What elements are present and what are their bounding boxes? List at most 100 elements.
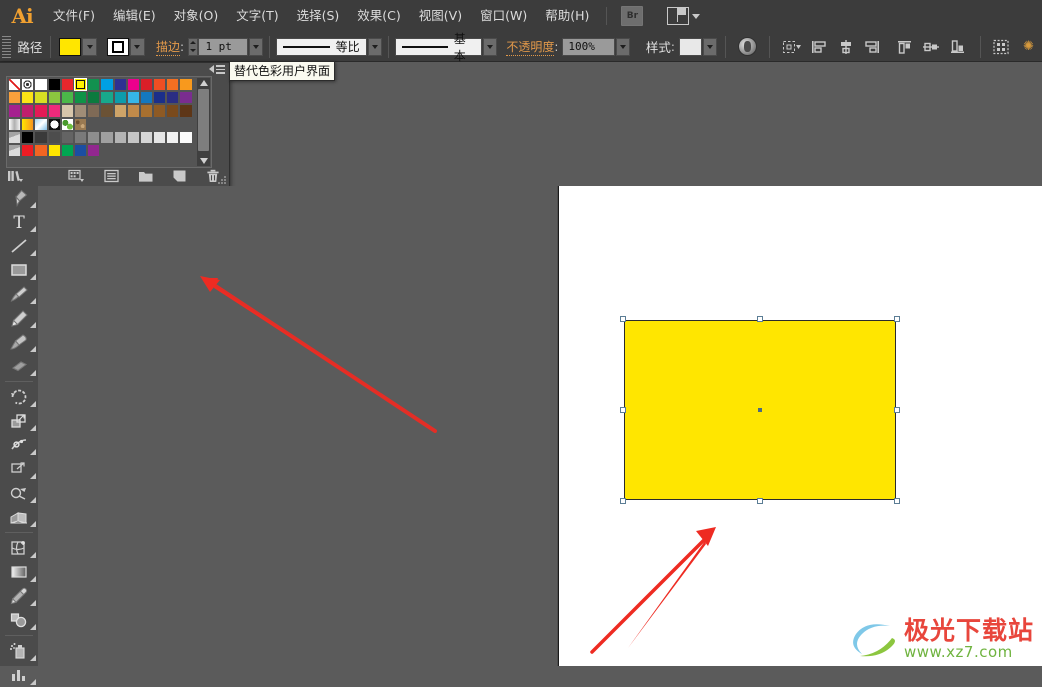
brush-dropdown-button[interactable] (482, 37, 497, 56)
brush-definition-select[interactable]: 基本 (394, 32, 482, 63)
swatch-item[interactable] (100, 130, 114, 144)
swatch-white[interactable] (34, 78, 48, 92)
swatch-red[interactable] (60, 78, 74, 92)
swatch-item[interactable] (87, 91, 101, 105)
swatch-item[interactable] (179, 91, 193, 105)
swatch-item[interactable] (139, 91, 154, 105)
swatch-item[interactable] (166, 104, 180, 118)
swatch-item[interactable] (87, 104, 101, 118)
swatch-item[interactable] (60, 130, 74, 144)
align-center-vertical-icon[interactable] (922, 37, 941, 57)
swatch-registration[interactable] (21, 78, 35, 92)
new-swatch-icon[interactable] (170, 168, 188, 184)
opacity-label[interactable]: 不透明度 (506, 38, 555, 56)
menu-select[interactable]: 选择(S) (288, 0, 349, 32)
handle-top-center[interactable] (757, 316, 763, 322)
bridge-button[interactable]: Br (621, 6, 644, 26)
opacity-input[interactable]: 100% (562, 37, 616, 56)
align-center-horizontal-icon[interactable] (836, 37, 855, 57)
column-graph-tool[interactable] (0, 663, 38, 687)
align-bottom-icon[interactable] (949, 37, 968, 57)
swatch-gradient-yellow-orange[interactable] (21, 117, 35, 131)
swatch-item[interactable] (87, 130, 101, 144)
blob-brush-tool[interactable] (0, 330, 38, 354)
swatch-pattern-dots[interactable] (47, 117, 61, 131)
shape-builder-tool[interactable] (0, 481, 38, 505)
eyedropper-tool[interactable] (0, 584, 38, 608)
handle-bottom-left[interactable] (620, 498, 626, 504)
show-swatch-kinds-icon[interactable] (67, 168, 85, 184)
swatch-item[interactable] (73, 143, 88, 158)
swatch-item[interactable] (21, 91, 35, 105)
pencil-tool[interactable] (0, 306, 38, 330)
swatch-item[interactable] (100, 104, 114, 118)
swatch-gradient-blue-white[interactable] (34, 117, 48, 131)
swatch-item[interactable] (87, 143, 101, 158)
swatch-red-orange[interactable] (153, 78, 167, 92)
swatch-pattern-leaves[interactable] (60, 117, 74, 131)
swatch-pattern-gravel[interactable] (73, 117, 88, 131)
line-segment-tool[interactable] (0, 234, 38, 258)
menu-view[interactable]: 视图(V) (410, 0, 471, 32)
swatch-black[interactable] (47, 78, 61, 92)
paintbrush-tool[interactable] (0, 282, 38, 306)
new-color-group-icon[interactable] (137, 168, 155, 184)
align-top-icon[interactable] (895, 37, 914, 57)
swatch-item[interactable] (179, 130, 193, 144)
artboards-icon[interactable] (993, 37, 1012, 57)
menu-help[interactable]: 帮助(H) (536, 0, 598, 32)
stroke-control[interactable] (106, 37, 145, 56)
swatch-gradient-white-black[interactable] (8, 117, 22, 131)
swatch-item[interactable] (166, 91, 180, 105)
swatch-item[interactable] (113, 104, 127, 118)
fill-dropdown-button[interactable] (82, 37, 98, 56)
handle-middle-left[interactable] (620, 407, 626, 413)
swatch-libraries-icon[interactable] (6, 168, 24, 184)
fill-control[interactable] (59, 37, 98, 56)
recolor-artwork-icon[interactable] (737, 37, 757, 57)
swatch-item[interactable] (47, 130, 61, 144)
stroke-dropdown-button[interactable] (129, 37, 145, 56)
graphic-style-dropdown-button[interactable] (702, 37, 717, 56)
swatch-item[interactable] (21, 104, 35, 118)
stroke-weight-dropdown-button[interactable] (248, 37, 263, 56)
swatch-item[interactable] (153, 130, 167, 144)
swatch-item[interactable] (153, 104, 167, 118)
swatch-blue[interactable] (113, 78, 127, 92)
width-tool[interactable] (0, 433, 38, 457)
blend-tool[interactable] (0, 608, 38, 632)
swatch-item[interactable] (113, 130, 127, 144)
swatch-item[interactable] (21, 130, 35, 144)
free-transform-tool[interactable] (0, 457, 38, 481)
panel-menu-button[interactable] (209, 65, 225, 74)
swatch-item[interactable] (34, 91, 48, 105)
more-options-icon[interactable]: ✺ (1019, 37, 1038, 57)
variable-width-profile-select[interactable]: 等比 (275, 37, 367, 56)
swatch-item[interactable] (47, 104, 61, 118)
swatch-item[interactable] (60, 143, 74, 158)
swatch-item[interactable] (139, 104, 154, 118)
swatch-item[interactable] (60, 104, 74, 118)
swatch-crimson[interactable] (139, 78, 154, 92)
swatch-item[interactable] (47, 91, 61, 105)
swatch-cyan-blue[interactable] (100, 78, 114, 92)
menu-type[interactable]: 文字(T) (227, 0, 287, 32)
eraser-tool[interactable] (0, 354, 38, 378)
rectangle-tool[interactable] (0, 258, 38, 282)
handle-middle-right[interactable] (894, 407, 900, 413)
workspace-switcher[interactable] (667, 7, 701, 25)
swatch-item[interactable] (113, 91, 127, 105)
swatch-orange[interactable] (166, 78, 180, 92)
handle-top-right[interactable] (894, 316, 900, 322)
canvas-area[interactable]: 极光下载站 www.xz7.com (38, 186, 1042, 666)
scrollbar-thumb[interactable] (198, 89, 209, 151)
color-group-grays-folder[interactable] (8, 130, 22, 144)
swatch-item[interactable] (34, 143, 48, 158)
swatch-yellow-selected[interactable] (73, 78, 88, 92)
swatch-none[interactable] (8, 78, 22, 92)
swatch-item[interactable] (179, 104, 193, 118)
swatch-item[interactable] (8, 104, 22, 118)
swatch-item[interactable] (166, 130, 180, 144)
gradient-tool[interactable] (0, 560, 38, 584)
handle-bottom-right[interactable] (894, 498, 900, 504)
